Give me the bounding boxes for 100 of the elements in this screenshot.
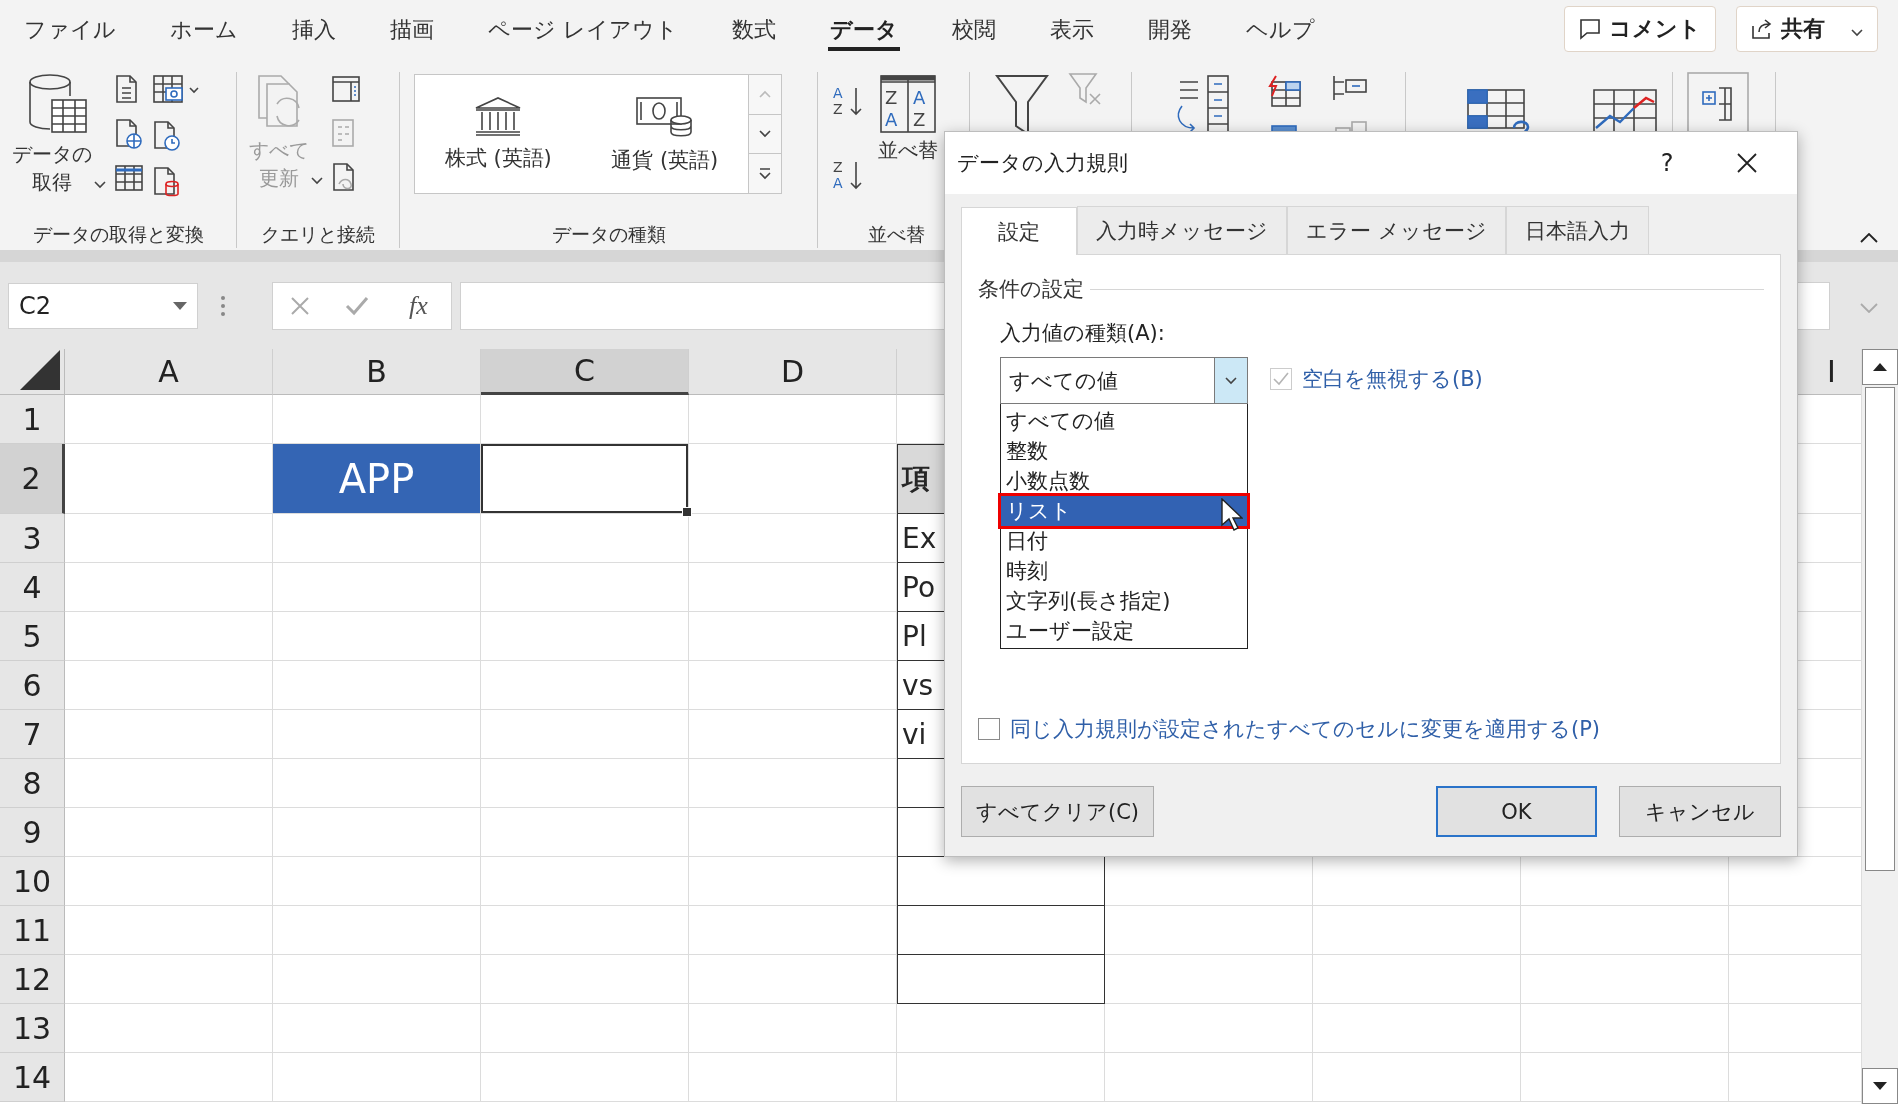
- flash-fill-icon[interactable]: [1266, 74, 1302, 108]
- select-all-button[interactable]: [0, 349, 65, 395]
- document-icon[interactable]: [114, 74, 140, 104]
- sort-table-icon[interactable]: Z A A Z: [879, 72, 937, 136]
- triangle-up-icon: [1873, 363, 1887, 371]
- menu-tab[interactable]: ヘルプ: [1244, 9, 1317, 51]
- get-data-button[interactable]: データの取得: [10, 72, 106, 196]
- scrollbar-thumb[interactable]: [1865, 387, 1895, 871]
- clock-document-icon[interactable]: [152, 120, 182, 152]
- checkbox-label: 空白を無視する(B): [1302, 366, 1483, 393]
- share-icon: [1751, 18, 1773, 40]
- web-document-icon[interactable]: [114, 118, 144, 150]
- dialog-tab[interactable]: エラー メッセージ: [1287, 206, 1506, 254]
- menu-tab[interactable]: ファイル: [22, 9, 118, 51]
- menu-tab[interactable]: ページ レイアウト: [486, 9, 680, 51]
- scroll-up-button[interactable]: [1862, 349, 1898, 385]
- menu-tab[interactable]: 数式: [730, 9, 778, 51]
- row-header[interactable]: 8: [0, 759, 65, 808]
- row-header[interactable]: 7: [0, 710, 65, 759]
- dialog-tab[interactable]: 日本語入力: [1505, 206, 1649, 254]
- row-header[interactable]: 3: [0, 514, 65, 563]
- type-dropdown[interactable]: すべての値: [1000, 357, 1248, 404]
- table-cell: APP: [273, 444, 480, 513]
- help-button[interactable]: ?: [1637, 148, 1697, 178]
- insert-function-button[interactable]: fx: [403, 289, 434, 322]
- menu-tab[interactable]: 表示: [1048, 9, 1096, 51]
- column-header[interactable]: A: [65, 349, 273, 395]
- check-icon[interactable]: [344, 295, 369, 316]
- collapse-ribbon-icon[interactable]: [1860, 233, 1878, 243]
- column-header[interactable]: C: [481, 349, 689, 395]
- more-icon: [759, 167, 771, 180]
- checkbox-label: 同じ入力規則が設定されたすべてのセルに変更を適用する(P): [1010, 716, 1601, 743]
- sort-button[interactable]: Z A A Z 並べ替: [878, 72, 938, 164]
- list-option[interactable]: ユーザー設定: [1001, 616, 1247, 646]
- table-cell-text: Ex: [901, 521, 937, 555]
- banknote-coins-icon[interactable]: [634, 94, 695, 138]
- dialog-tab[interactable]: 入力時メッセージ: [1077, 206, 1287, 254]
- menu-tab[interactable]: データ: [828, 9, 900, 51]
- data-type-button[interactable]: 通貨 (英語): [581, 75, 748, 193]
- database-document-icon[interactable]: [152, 166, 182, 198]
- menu-tab[interactable]: 挿入: [290, 9, 338, 51]
- dialog-title: データの入力規則: [957, 150, 1129, 177]
- table-cell-text: Po: [901, 570, 936, 604]
- checkbox[interactable]: [978, 718, 1000, 740]
- name-box[interactable]: C2: [8, 282, 198, 329]
- row-header[interactable]: 9: [0, 808, 65, 857]
- comment-button[interactable]: コメント: [1564, 6, 1716, 52]
- row-header[interactable]: 2: [0, 444, 65, 514]
- more-button[interactable]: [749, 154, 781, 193]
- list-option[interactable]: 日付: [1001, 526, 1247, 556]
- mouse-pointer-icon: [1221, 498, 1243, 532]
- dialog-button[interactable]: キャンセル: [1619, 786, 1781, 837]
- chevron-down-icon: [1225, 376, 1237, 385]
- table-cell-text: Pl: [901, 619, 927, 653]
- row-header[interactable]: 10: [0, 857, 65, 906]
- drag-handle-icon[interactable]: [220, 294, 226, 317]
- group-label: クエリと接続: [260, 222, 376, 247]
- close-icon[interactable]: [1737, 153, 1757, 173]
- chevron-down-icon: [94, 181, 106, 189]
- table-icon[interactable]: [114, 164, 144, 192]
- row-header[interactable]: 11: [0, 906, 65, 955]
- check-icon: [1273, 372, 1289, 386]
- chevron-up-icon: [759, 90, 771, 99]
- menu-tab[interactable]: 開発: [1146, 9, 1194, 51]
- row-header[interactable]: 4: [0, 563, 65, 612]
- menu-tab[interactable]: 校閲: [950, 9, 998, 51]
- row-header[interactable]: 6: [0, 661, 65, 710]
- triangle-down-icon: [1873, 1082, 1887, 1090]
- field-label: 入力値の種類(A):: [1000, 320, 1166, 347]
- data-type-button[interactable]: 株式 (英語): [415, 75, 582, 193]
- table-cell-text: vs: [901, 668, 934, 702]
- row-header[interactable]: 14: [0, 1053, 65, 1102]
- list-option[interactable]: 時刻: [1001, 556, 1247, 586]
- speech-bubble-icon: [1579, 18, 1601, 40]
- dialog-tab[interactable]: 設定: [961, 207, 1077, 255]
- section-title: 条件の設定: [978, 276, 1084, 303]
- share-button[interactable]: 共有: [1736, 6, 1878, 52]
- properties-panel-icon[interactable]: [331, 74, 361, 104]
- list-option[interactable]: 文字列(長さ指定): [1001, 586, 1247, 616]
- row-header[interactable]: 13: [0, 1004, 65, 1053]
- caret-icon: [1851, 28, 1863, 37]
- selected-cell[interactable]: [481, 444, 689, 514]
- chevron-down-icon: [311, 177, 323, 185]
- chevron-down-icon: [759, 130, 771, 138]
- list-option[interactable]: すべての値: [1001, 406, 1247, 436]
- row-header[interactable]: 5: [0, 612, 65, 661]
- table-cell-text: vi: [901, 717, 927, 751]
- scroll-down-button[interactable]: [1862, 1068, 1898, 1104]
- row-header[interactable]: 12: [0, 955, 65, 1004]
- dialog-button[interactable]: すべてクリア(C): [961, 786, 1155, 837]
- column-header[interactable]: D: [689, 349, 897, 395]
- group-label: データの取得と変換: [31, 222, 205, 247]
- camera-grid-icon[interactable]: [152, 74, 200, 106]
- column-header[interactable]: B: [273, 349, 481, 395]
- group-label: データの種類: [550, 222, 667, 247]
- row-header[interactable]: 1: [0, 395, 65, 444]
- dropdown-icon: [173, 301, 187, 310]
- menu-tab[interactable]: ホーム: [168, 9, 240, 51]
- dialog-button[interactable]: OK: [1436, 786, 1597, 837]
- menu-tab[interactable]: 描画: [388, 9, 436, 51]
